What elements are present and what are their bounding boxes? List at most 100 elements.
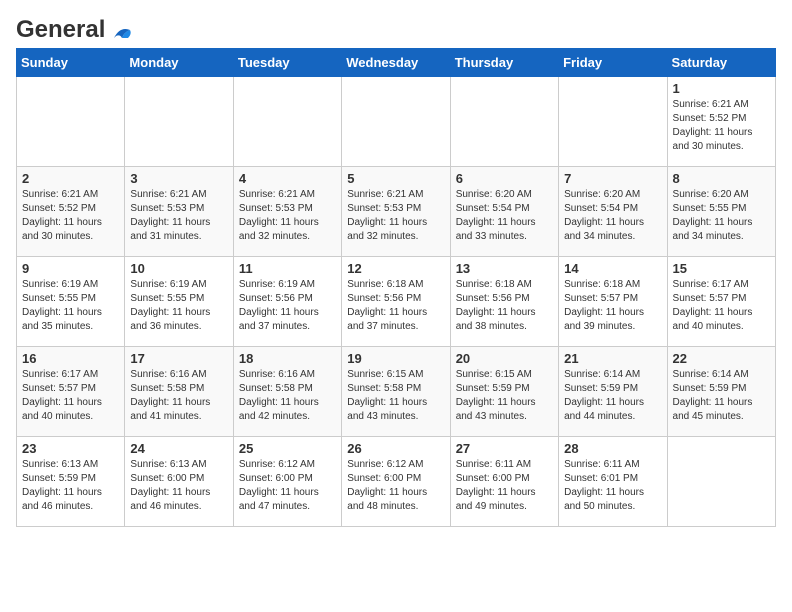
logo-general: General bbox=[16, 16, 105, 43]
calendar-cell: 11 Sunrise: 6:19 AM Sunset: 5:56 PM Dayli… bbox=[233, 257, 341, 347]
day-info: Sunrise: 6:19 AM Sunset: 5:55 PM Dayligh… bbox=[130, 278, 227, 334]
day-info: Sunrise: 6:18 AM Sunset: 5:56 PM Dayligh… bbox=[347, 278, 444, 334]
day-number: 12 bbox=[347, 261, 444, 276]
day-number: 13 bbox=[456, 261, 553, 276]
day-info: Sunrise: 6:19 AM Sunset: 5:55 PM Dayligh… bbox=[22, 278, 119, 334]
col-header-tuesday: Tuesday bbox=[233, 49, 341, 77]
calendar-cell: 21 Sunrise: 6:14 AM Sunset: 5:59 PM Dayli… bbox=[559, 347, 667, 437]
calendar-cell: 10 Sunrise: 6:19 AM Sunset: 5:55 PM Dayli… bbox=[125, 257, 233, 347]
day-info: Sunrise: 6:21 AM Sunset: 5:53 PM Dayligh… bbox=[239, 188, 336, 244]
day-info: Sunrise: 6:20 AM Sunset: 5:55 PM Dayligh… bbox=[673, 188, 770, 244]
calendar-cell bbox=[342, 77, 450, 167]
day-info: Sunrise: 6:18 AM Sunset: 5:57 PM Dayligh… bbox=[564, 278, 661, 334]
day-info: Sunrise: 6:18 AM Sunset: 5:56 PM Dayligh… bbox=[456, 278, 553, 334]
day-number: 25 bbox=[239, 441, 336, 456]
calendar-cell: 2 Sunrise: 6:21 AM Sunset: 5:52 PM Daylig… bbox=[17, 167, 125, 257]
calendar-cell: 3 Sunrise: 6:21 AM Sunset: 5:53 PM Daylig… bbox=[125, 167, 233, 257]
day-number: 17 bbox=[130, 351, 227, 366]
day-number: 4 bbox=[239, 171, 336, 186]
day-number: 22 bbox=[673, 351, 770, 366]
day-number: 3 bbox=[130, 171, 227, 186]
calendar-cell bbox=[667, 437, 775, 527]
day-number: 8 bbox=[673, 171, 770, 186]
calendar-table: SundayMondayTuesdayWednesdayThursdayFrid… bbox=[16, 48, 776, 527]
day-info: Sunrise: 6:14 AM Sunset: 5:59 PM Dayligh… bbox=[564, 368, 661, 424]
calendar-cell: 17 Sunrise: 6:16 AM Sunset: 5:58 PM Dayli… bbox=[125, 347, 233, 437]
calendar-cell: 18 Sunrise: 6:16 AM Sunset: 5:58 PM Dayli… bbox=[233, 347, 341, 437]
day-info: Sunrise: 6:21 AM Sunset: 5:52 PM Dayligh… bbox=[673, 98, 770, 154]
day-info: Sunrise: 6:21 AM Sunset: 5:53 PM Dayligh… bbox=[347, 188, 444, 244]
col-header-saturday: Saturday bbox=[667, 49, 775, 77]
calendar-cell bbox=[17, 77, 125, 167]
day-info: Sunrise: 6:15 AM Sunset: 5:58 PM Dayligh… bbox=[347, 368, 444, 424]
day-number: 27 bbox=[456, 441, 553, 456]
calendar-cell: 9 Sunrise: 6:19 AM Sunset: 5:55 PM Daylig… bbox=[17, 257, 125, 347]
col-header-friday: Friday bbox=[559, 49, 667, 77]
calendar-cell: 22 Sunrise: 6:14 AM Sunset: 5:59 PM Dayli… bbox=[667, 347, 775, 437]
day-number: 11 bbox=[239, 261, 336, 276]
calendar-cell: 15 Sunrise: 6:17 AM Sunset: 5:57 PM Dayli… bbox=[667, 257, 775, 347]
col-header-sunday: Sunday bbox=[17, 49, 125, 77]
day-info: Sunrise: 6:14 AM Sunset: 5:59 PM Dayligh… bbox=[673, 368, 770, 424]
day-number: 2 bbox=[22, 171, 119, 186]
day-info: Sunrise: 6:13 AM Sunset: 5:59 PM Dayligh… bbox=[22, 458, 119, 514]
calendar-cell: 7 Sunrise: 6:20 AM Sunset: 5:54 PM Daylig… bbox=[559, 167, 667, 257]
calendar-cell: 13 Sunrise: 6:18 AM Sunset: 5:56 PM Dayli… bbox=[450, 257, 558, 347]
day-info: Sunrise: 6:20 AM Sunset: 5:54 PM Dayligh… bbox=[456, 188, 553, 244]
col-header-monday: Monday bbox=[125, 49, 233, 77]
day-number: 20 bbox=[456, 351, 553, 366]
day-number: 19 bbox=[347, 351, 444, 366]
calendar-cell: 27 Sunrise: 6:11 AM Sunset: 6:00 PM Dayli… bbox=[450, 437, 558, 527]
calendar-cell: 23 Sunrise: 6:13 AM Sunset: 5:59 PM Dayli… bbox=[17, 437, 125, 527]
day-info: Sunrise: 6:21 AM Sunset: 5:52 PM Dayligh… bbox=[22, 188, 119, 244]
calendar-cell: 14 Sunrise: 6:18 AM Sunset: 5:57 PM Dayli… bbox=[559, 257, 667, 347]
day-number: 24 bbox=[130, 441, 227, 456]
day-number: 14 bbox=[564, 261, 661, 276]
day-number: 18 bbox=[239, 351, 336, 366]
day-info: Sunrise: 6:16 AM Sunset: 5:58 PM Dayligh… bbox=[239, 368, 336, 424]
calendar-cell: 19 Sunrise: 6:15 AM Sunset: 5:58 PM Dayli… bbox=[342, 347, 450, 437]
calendar-cell: 28 Sunrise: 6:11 AM Sunset: 6:01 PM Dayli… bbox=[559, 437, 667, 527]
calendar-cell: 16 Sunrise: 6:17 AM Sunset: 5:57 PM Dayli… bbox=[17, 347, 125, 437]
day-info: Sunrise: 6:12 AM Sunset: 6:00 PM Dayligh… bbox=[239, 458, 336, 514]
calendar-cell bbox=[450, 77, 558, 167]
day-info: Sunrise: 6:15 AM Sunset: 5:59 PM Dayligh… bbox=[456, 368, 553, 424]
day-info: Sunrise: 6:16 AM Sunset: 5:58 PM Dayligh… bbox=[130, 368, 227, 424]
day-info: Sunrise: 6:20 AM Sunset: 5:54 PM Dayligh… bbox=[564, 188, 661, 244]
day-info: Sunrise: 6:11 AM Sunset: 6:00 PM Dayligh… bbox=[456, 458, 553, 514]
day-number: 5 bbox=[347, 171, 444, 186]
day-number: 28 bbox=[564, 441, 661, 456]
col-header-thursday: Thursday bbox=[450, 49, 558, 77]
calendar-cell: 1 Sunrise: 6:21 AM Sunset: 5:52 PM Daylig… bbox=[667, 77, 775, 167]
day-info: Sunrise: 6:11 AM Sunset: 6:01 PM Dayligh… bbox=[564, 458, 661, 514]
calendar-cell bbox=[233, 77, 341, 167]
calendar-cell: 20 Sunrise: 6:15 AM Sunset: 5:59 PM Dayli… bbox=[450, 347, 558, 437]
calendar-cell: 8 Sunrise: 6:20 AM Sunset: 5:55 PM Daylig… bbox=[667, 167, 775, 257]
calendar-cell: 12 Sunrise: 6:18 AM Sunset: 5:56 PM Dayli… bbox=[342, 257, 450, 347]
calendar-cell: 6 Sunrise: 6:20 AM Sunset: 5:54 PM Daylig… bbox=[450, 167, 558, 257]
day-number: 10 bbox=[130, 261, 227, 276]
day-info: Sunrise: 6:12 AM Sunset: 6:00 PM Dayligh… bbox=[347, 458, 444, 514]
day-number: 9 bbox=[22, 261, 119, 276]
day-number: 1 bbox=[673, 81, 770, 96]
logo: General bbox=[16, 16, 134, 38]
calendar-cell: 5 Sunrise: 6:21 AM Sunset: 5:53 PM Daylig… bbox=[342, 167, 450, 257]
day-number: 26 bbox=[347, 441, 444, 456]
logo-bird-icon bbox=[112, 24, 134, 42]
day-info: Sunrise: 6:17 AM Sunset: 5:57 PM Dayligh… bbox=[673, 278, 770, 334]
day-number: 6 bbox=[456, 171, 553, 186]
calendar-cell bbox=[125, 77, 233, 167]
calendar-cell: 26 Sunrise: 6:12 AM Sunset: 6:00 PM Dayli… bbox=[342, 437, 450, 527]
day-number: 15 bbox=[673, 261, 770, 276]
page-header: General bbox=[16, 16, 776, 38]
day-number: 23 bbox=[22, 441, 119, 456]
day-info: Sunrise: 6:17 AM Sunset: 5:57 PM Dayligh… bbox=[22, 368, 119, 424]
day-info: Sunrise: 6:21 AM Sunset: 5:53 PM Dayligh… bbox=[130, 188, 227, 244]
day-number: 21 bbox=[564, 351, 661, 366]
calendar-cell: 25 Sunrise: 6:12 AM Sunset: 6:00 PM Dayli… bbox=[233, 437, 341, 527]
day-number: 16 bbox=[22, 351, 119, 366]
calendar-cell bbox=[559, 77, 667, 167]
day-info: Sunrise: 6:19 AM Sunset: 5:56 PM Dayligh… bbox=[239, 278, 336, 334]
day-info: Sunrise: 6:13 AM Sunset: 6:00 PM Dayligh… bbox=[130, 458, 227, 514]
day-number: 7 bbox=[564, 171, 661, 186]
